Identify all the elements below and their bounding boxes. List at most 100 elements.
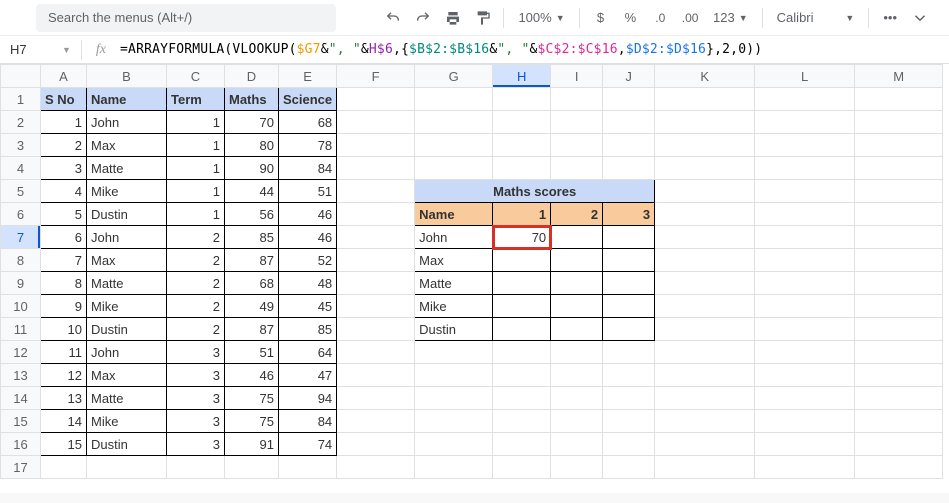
- cell[interactable]: Max: [87, 134, 167, 157]
- menu-search[interactable]: Search the menus (Alt+/): [36, 4, 336, 32]
- cell[interactable]: [855, 111, 943, 134]
- cell[interactable]: [337, 364, 415, 387]
- cell[interactable]: 80: [225, 134, 279, 157]
- cell[interactable]: [493, 387, 551, 410]
- cell[interactable]: [493, 433, 551, 456]
- cell[interactable]: [855, 157, 943, 180]
- row-header[interactable]: 5: [1, 180, 41, 203]
- col-header[interactable]: J: [603, 65, 655, 88]
- cell[interactable]: [855, 88, 943, 111]
- cell[interactable]: 68: [279, 111, 337, 134]
- cell[interactable]: [337, 318, 415, 341]
- cell[interactable]: 1: [167, 111, 225, 134]
- cell[interactable]: [755, 226, 855, 249]
- cell[interactable]: 12: [41, 364, 87, 387]
- cell[interactable]: [655, 364, 755, 387]
- cell[interactable]: 1: [493, 203, 551, 226]
- cell[interactable]: 14: [41, 410, 87, 433]
- cell[interactable]: [493, 364, 551, 387]
- cell[interactable]: [655, 295, 755, 318]
- cell[interactable]: [655, 203, 755, 226]
- cell[interactable]: 2: [167, 318, 225, 341]
- cell[interactable]: [603, 318, 655, 341]
- row-header[interactable]: 10: [1, 295, 41, 318]
- cell[interactable]: [855, 226, 943, 249]
- cell[interactable]: [755, 341, 855, 364]
- cell[interactable]: [551, 364, 603, 387]
- cell[interactable]: [603, 134, 655, 157]
- cell[interactable]: [603, 364, 655, 387]
- cell[interactable]: [603, 111, 655, 134]
- cell[interactable]: [493, 341, 551, 364]
- cell[interactable]: 94: [279, 387, 337, 410]
- cell[interactable]: Mike: [87, 410, 167, 433]
- cell[interactable]: [855, 456, 943, 479]
- cell[interactable]: 90: [225, 157, 279, 180]
- cell[interactable]: 2: [551, 203, 603, 226]
- cell[interactable]: [855, 387, 943, 410]
- cell[interactable]: [415, 387, 493, 410]
- cell[interactable]: [655, 387, 755, 410]
- row-header[interactable]: 1: [1, 88, 41, 111]
- cell[interactable]: 9: [41, 295, 87, 318]
- increase-decimal-icon[interactable]: .00: [677, 5, 703, 31]
- name-box[interactable]: H7: [0, 42, 52, 57]
- formula-input[interactable]: =ARRAYFORMULA(VLOOKUP($G7&", "&H$6,{$B$2…: [120, 42, 762, 57]
- cell[interactable]: Mike: [415, 295, 493, 318]
- cell[interactable]: Dustin: [415, 318, 493, 341]
- cell[interactable]: 10: [41, 318, 87, 341]
- cell[interactable]: 5: [41, 203, 87, 226]
- cell[interactable]: [603, 249, 655, 272]
- cell[interactable]: [551, 157, 603, 180]
- cell[interactable]: 1: [167, 157, 225, 180]
- cell[interactable]: [655, 249, 755, 272]
- cell[interactable]: 3: [167, 410, 225, 433]
- cell[interactable]: [167, 456, 225, 479]
- cell[interactable]: [337, 456, 415, 479]
- col-header[interactable]: H: [493, 65, 551, 88]
- cell[interactable]: [551, 272, 603, 295]
- cell[interactable]: 3: [167, 387, 225, 410]
- cell[interactable]: [493, 249, 551, 272]
- namebox-dropdown-icon[interactable]: ▼: [52, 45, 81, 55]
- cell[interactable]: [551, 410, 603, 433]
- cell[interactable]: 78: [279, 134, 337, 157]
- cell[interactable]: [603, 387, 655, 410]
- cell[interactable]: [551, 226, 603, 249]
- cell[interactable]: [755, 364, 855, 387]
- cell[interactable]: [755, 88, 855, 111]
- cell[interactable]: [337, 272, 415, 295]
- cell[interactable]: S No: [41, 88, 87, 111]
- cell[interactable]: [855, 341, 943, 364]
- cell[interactable]: [551, 111, 603, 134]
- cell[interactable]: [337, 180, 415, 203]
- cell[interactable]: 52: [279, 249, 337, 272]
- cell[interactable]: [755, 111, 855, 134]
- horizontal-scrollbar[interactable]: [0, 493, 949, 503]
- cell[interactable]: Matte: [87, 387, 167, 410]
- cell[interactable]: 47: [279, 364, 337, 387]
- cell[interactable]: 75: [225, 387, 279, 410]
- cell[interactable]: [551, 134, 603, 157]
- cell[interactable]: [655, 318, 755, 341]
- cell[interactable]: [603, 226, 655, 249]
- font-dropdown[interactable]: Calibri▼: [771, 10, 861, 25]
- cell[interactable]: 85: [225, 226, 279, 249]
- cell[interactable]: 68: [225, 272, 279, 295]
- cell[interactable]: [551, 249, 603, 272]
- cell[interactable]: [655, 157, 755, 180]
- cell[interactable]: [603, 295, 655, 318]
- cell[interactable]: [655, 456, 755, 479]
- cell[interactable]: Name: [415, 203, 493, 226]
- cell[interactable]: [655, 272, 755, 295]
- cell[interactable]: [493, 318, 551, 341]
- currency-icon[interactable]: $: [588, 5, 614, 31]
- col-header[interactable]: L: [755, 65, 855, 88]
- cell[interactable]: [755, 318, 855, 341]
- select-all-corner[interactable]: [1, 65, 41, 88]
- row-header[interactable]: 6: [1, 203, 41, 226]
- cell[interactable]: [551, 456, 603, 479]
- cell[interactable]: 51: [225, 341, 279, 364]
- col-header[interactable]: I: [551, 65, 603, 88]
- paint-format-icon[interactable]: [470, 5, 496, 31]
